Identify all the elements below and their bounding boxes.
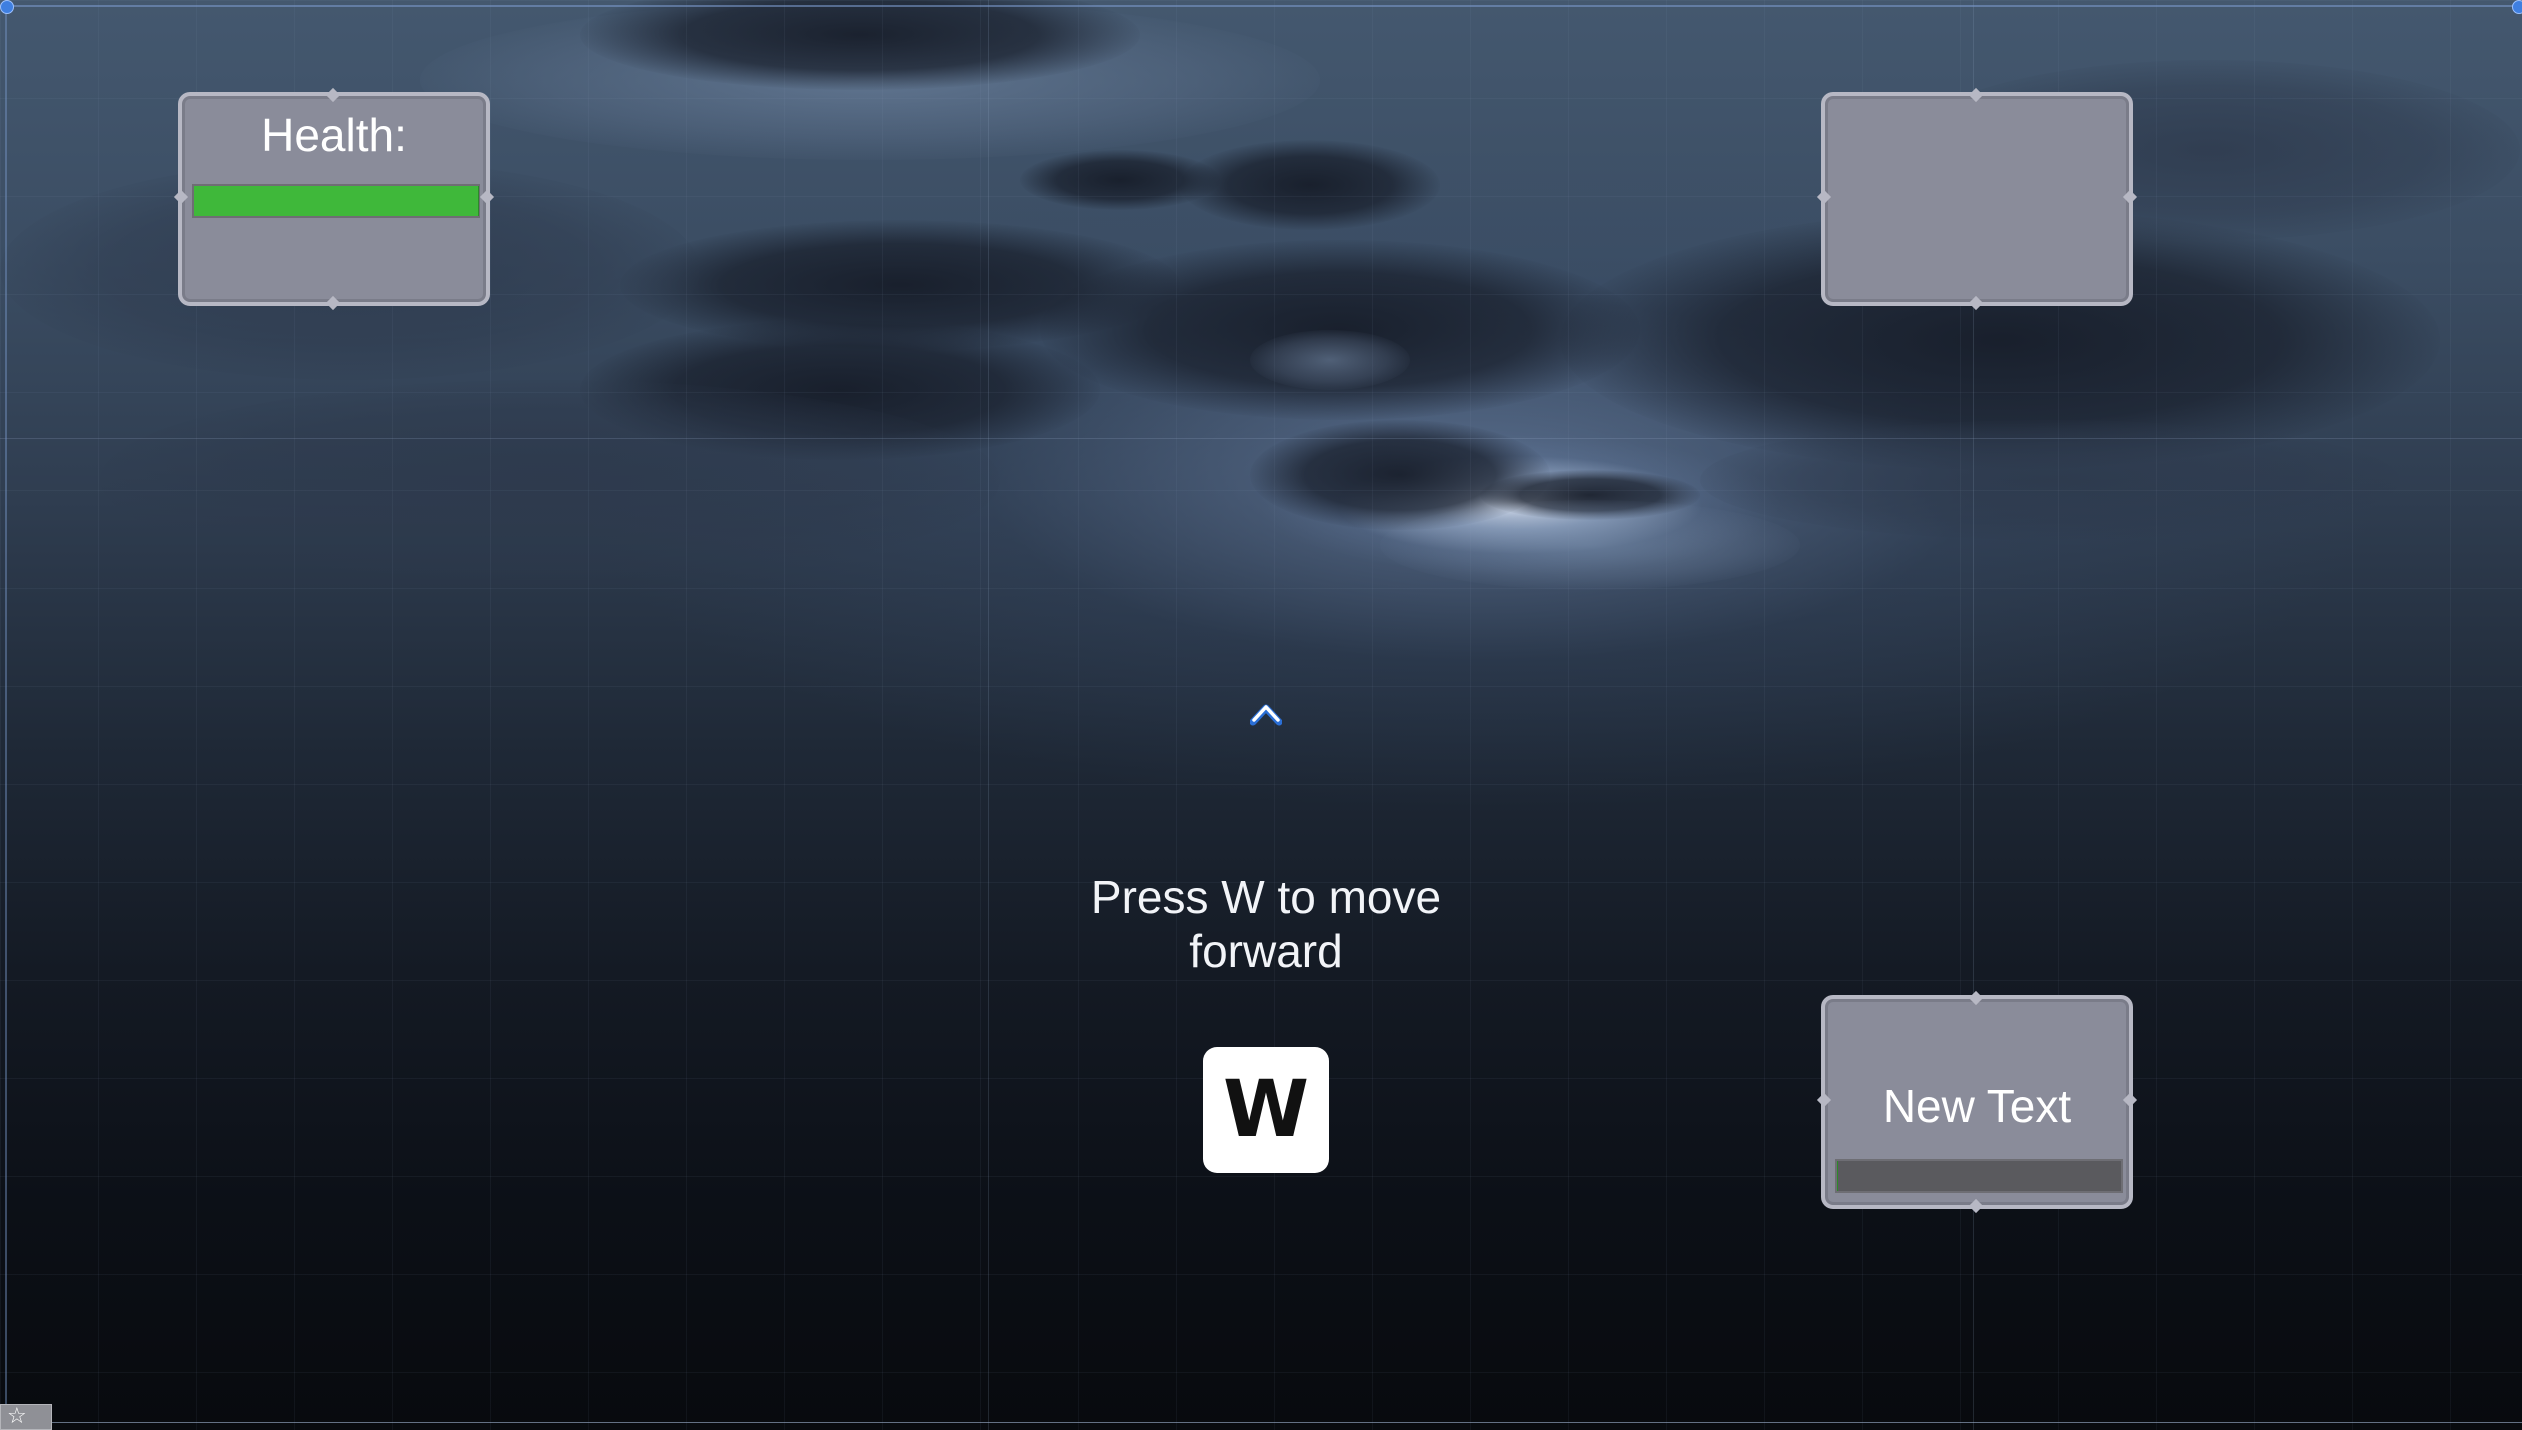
health-bar-fill xyxy=(194,186,479,216)
progress-bar xyxy=(1835,1159,2123,1193)
new-text-panel: New Text xyxy=(1816,990,2138,1214)
item-slot-panel xyxy=(1816,87,2138,311)
canvas-frame-left xyxy=(5,0,7,1430)
progress-bar-fill xyxy=(1837,1161,1838,1191)
new-text-label: New Text xyxy=(1882,1080,2072,1132)
canvas-anchor-handle[interactable] xyxy=(2512,0,2522,14)
canvas-frame-bottom xyxy=(0,1422,2522,1423)
tutorial-prompt: Press W to move forward xyxy=(1090,871,1442,977)
grid-line xyxy=(0,438,2522,439)
star-glyph: ☆ xyxy=(7,1404,27,1429)
canvas-anchor-handle[interactable] xyxy=(0,0,14,14)
star-icon[interactable]: ☆ xyxy=(0,1404,52,1430)
health-panel: Health: xyxy=(173,87,495,311)
health-bar xyxy=(192,184,480,218)
canvas-frame-top xyxy=(0,5,2522,7)
w-key-icon: W xyxy=(1203,1047,1329,1173)
key-label: W xyxy=(1222,1065,1310,1155)
health-label: Health: xyxy=(261,109,407,161)
chevron-up-icon xyxy=(1250,704,1282,726)
grid-line xyxy=(988,0,989,1430)
